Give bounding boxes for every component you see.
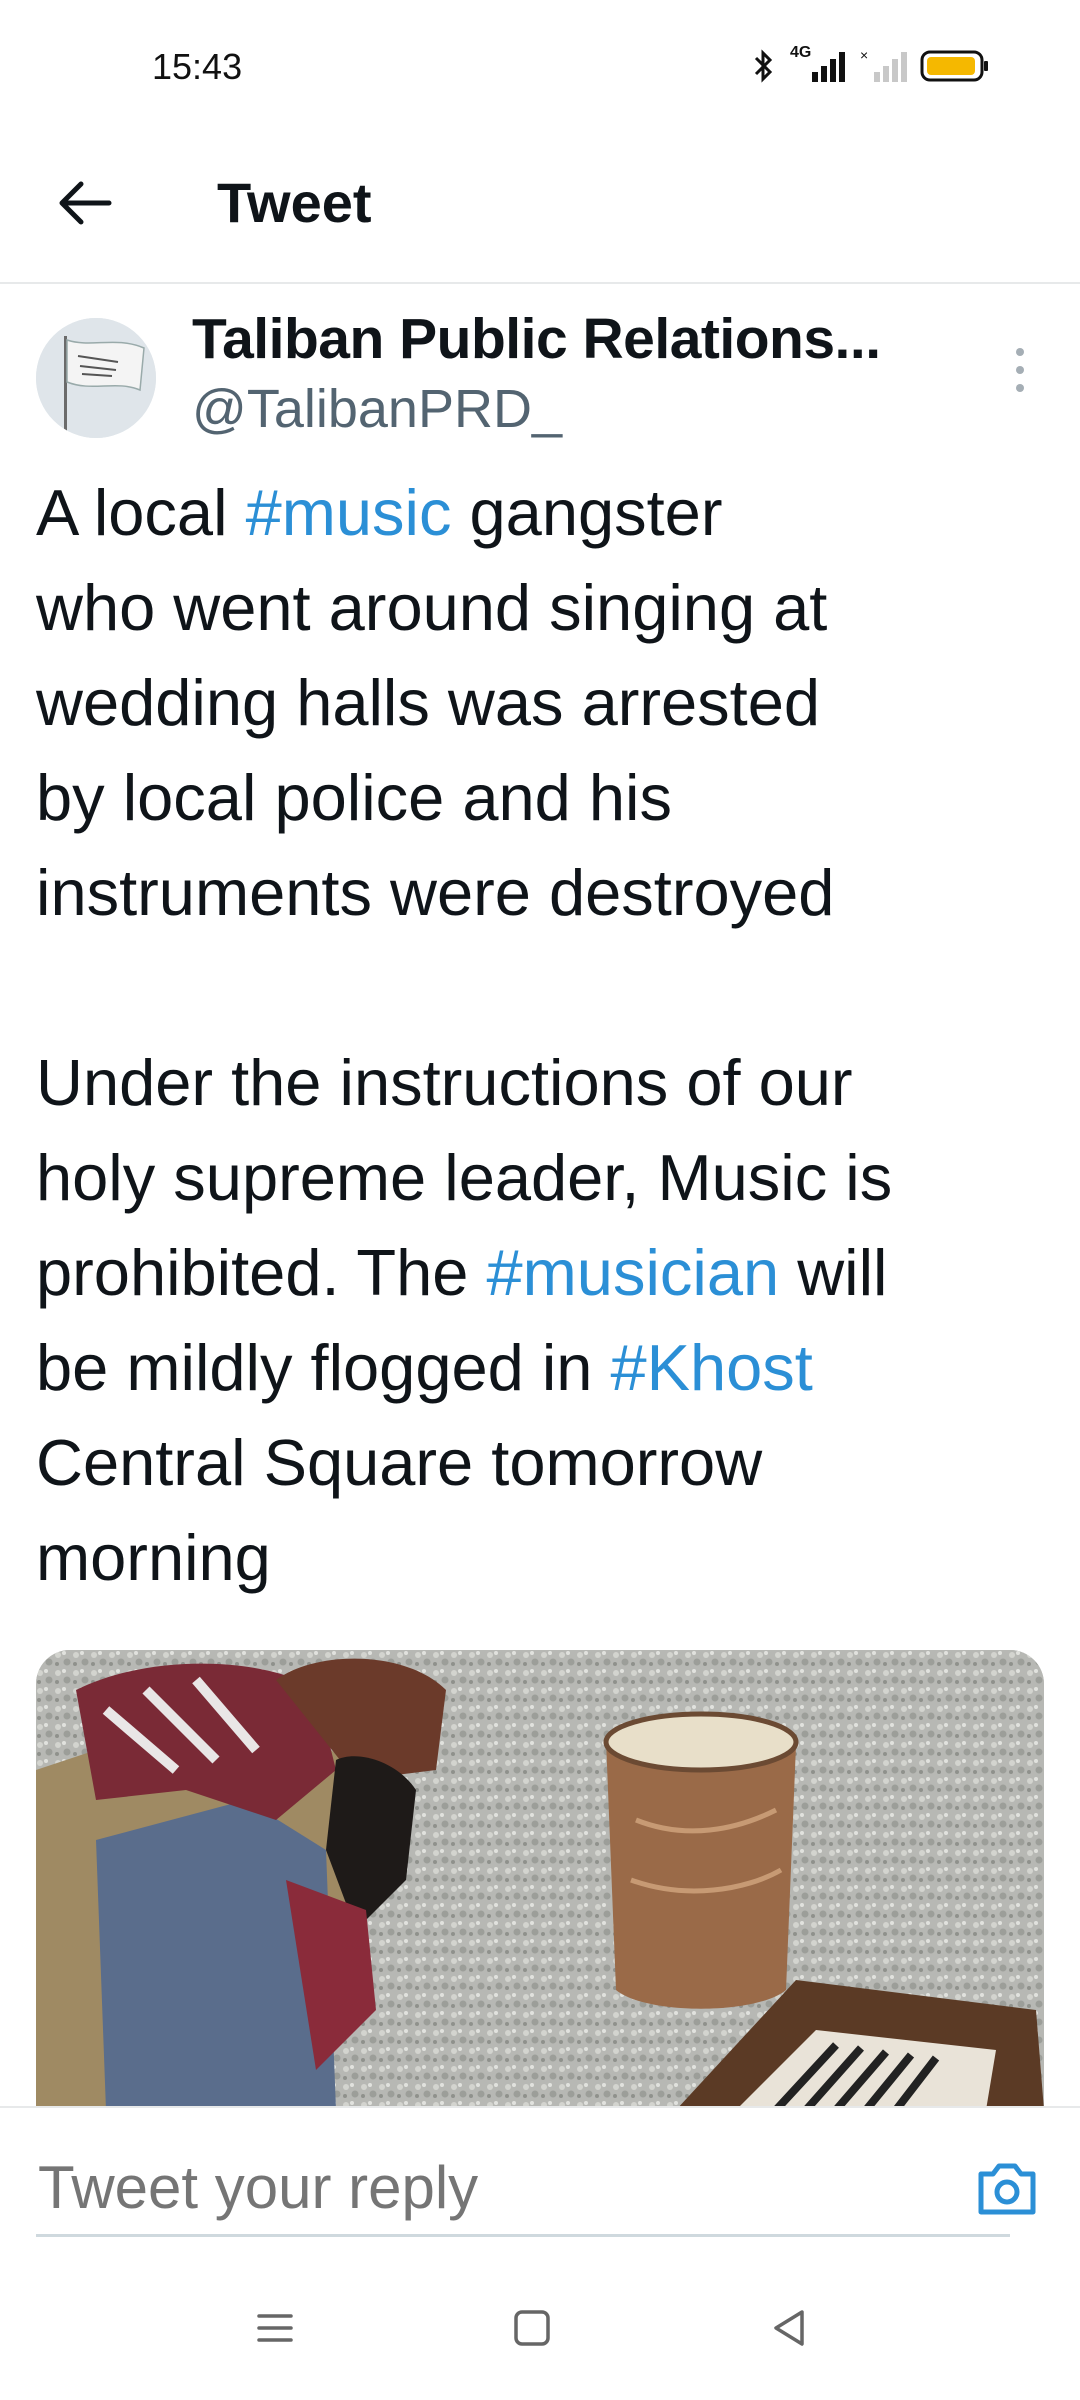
camera-icon: [978, 2163, 1036, 2215]
svg-text:×: ×: [860, 48, 868, 63]
tweet-text-segment: gangster who went around singing at wedd…: [36, 476, 893, 1309]
more-options-button[interactable]: [1000, 330, 1040, 410]
status-time: 15:43: [152, 46, 243, 87]
battery-icon: [920, 50, 988, 82]
more-vertical-icon: [1016, 348, 1024, 356]
author-display-name[interactable]: Taliban Public Relations...: [192, 306, 881, 372]
tweet-media-image[interactable]: [36, 1650, 1044, 2110]
menu-icon: [257, 2314, 293, 2342]
reply-input[interactable]: [36, 2142, 1010, 2237]
tweet-text-segment: Central Square tomorrow morning: [36, 1426, 763, 1594]
back-triangle-icon: [774, 2310, 804, 2346]
tweet-text: A local #music gangster who went around …: [36, 465, 1056, 1605]
status-icons: 4G ×: [750, 44, 990, 84]
signal-icon: 4G: [788, 44, 846, 84]
app-bar: Tweet: [0, 130, 1080, 284]
hashtag-khost[interactable]: #Khost: [611, 1331, 813, 1404]
home-button[interactable]: [502, 2298, 562, 2358]
recent-apps-button[interactable]: [245, 2298, 305, 2358]
bluetooth-icon: [754, 49, 773, 83]
home-square-icon: [514, 2310, 550, 2346]
reply-composer: [0, 2106, 1080, 2258]
back-button[interactable]: [50, 168, 120, 238]
page-title: Tweet: [217, 171, 372, 234]
author-handle[interactable]: @TalibanPRD_: [192, 378, 562, 440]
system-back-button[interactable]: [760, 2298, 820, 2358]
arrow-left-icon: [59, 181, 112, 225]
tweet-header: Taliban Public Relations... @TalibanPRD_: [0, 290, 1080, 450]
camera-button[interactable]: [975, 2158, 1045, 2228]
hashtag-musician[interactable]: #musician: [487, 1236, 780, 1309]
tweet-text-segment: A local: [36, 476, 246, 549]
hashtag-music[interactable]: #music: [246, 476, 452, 549]
avatar[interactable]: [36, 318, 156, 438]
signal-empty-icon: ×: [860, 48, 907, 82]
status-bar: 15:43 4G ×: [0, 0, 1080, 130]
system-nav-bar: [0, 2258, 1080, 2400]
